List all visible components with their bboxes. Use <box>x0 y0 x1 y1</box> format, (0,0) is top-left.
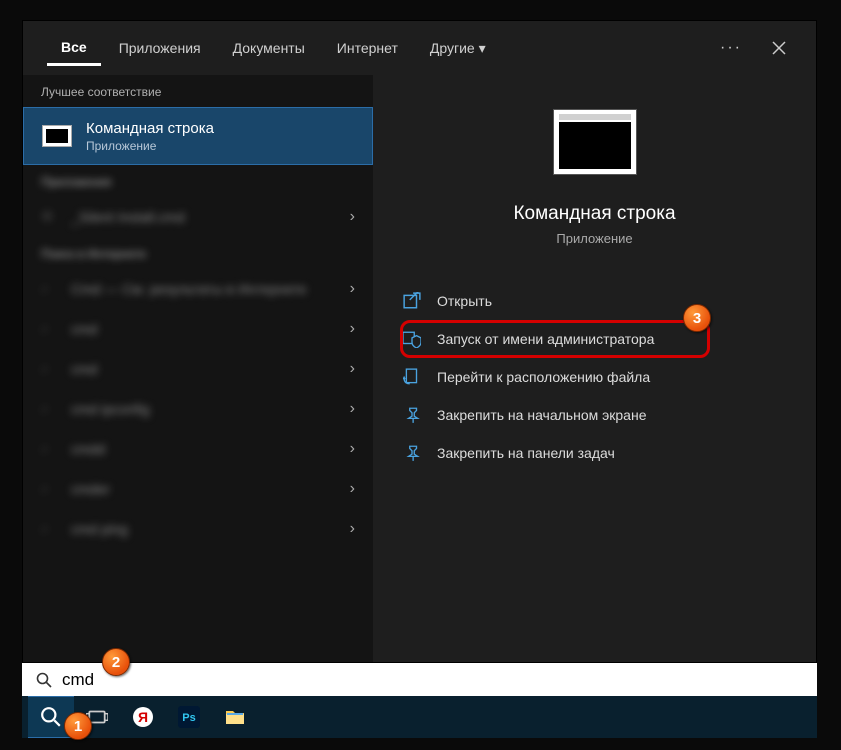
action-open[interactable]: Открыть <box>403 282 796 320</box>
list-item[interactable]: ⌕cmdd› <box>23 429 373 469</box>
chevron-right-icon: › <box>350 360 355 378</box>
more-button[interactable]: ··· <box>710 39 752 57</box>
best-match-title: Командная строка <box>86 120 214 137</box>
taskbar: Я Ps <box>22 696 817 738</box>
action-pin-taskbar[interactable]: Закрепить на панели задач <box>403 434 796 472</box>
open-icon <box>403 292 421 310</box>
list-item[interactable]: ⌕cmder› <box>23 469 373 509</box>
search-icon: ⌕ <box>41 320 59 338</box>
search-icon: ⌕ <box>41 480 59 498</box>
annotation-badge-3: 3 <box>683 304 711 332</box>
search-input[interactable] <box>62 670 817 690</box>
chevron-right-icon: › <box>350 520 355 538</box>
list-item[interactable]: ⌕cmd ping› <box>23 509 373 549</box>
folder-icon <box>403 368 421 386</box>
taskbar-yandex-button[interactable]: Я <box>120 696 166 738</box>
search-icon: ⌕ <box>41 360 59 378</box>
app-preview-icon <box>553 109 637 175</box>
best-match-header: Лучшее соответствие <box>23 75 373 107</box>
results-pane: Лучшее соответствие Командная строка При… <box>23 75 373 662</box>
action-run-admin[interactable]: Запуск от имени администратора <box>403 320 796 358</box>
action-list: Открыть Запуск от имени администратора П… <box>393 282 796 472</box>
tab-apps[interactable]: Приложения <box>105 32 215 64</box>
preview-subtitle: Приложение <box>556 231 632 246</box>
yandex-icon: Я <box>132 706 154 728</box>
list-item[interactable]: ⌕cmd› <box>23 309 373 349</box>
search-icon: ⌕ <box>41 440 59 458</box>
web-header: Поиск в Интернете <box>23 237 373 269</box>
folder-icon <box>224 706 246 728</box>
taskbar-explorer-button[interactable] <box>212 696 258 738</box>
search-icon <box>36 672 52 688</box>
list-item[interactable]: ⌕cmd› <box>23 349 373 389</box>
best-match-subtitle: Приложение <box>86 139 214 153</box>
chevron-right-icon: › <box>350 480 355 498</box>
chevron-right-icon: › <box>350 320 355 338</box>
action-pin-start[interactable]: Закрепить на начальном экране <box>403 396 796 434</box>
taskbar-photoshop-button[interactable]: Ps <box>166 696 212 738</box>
photoshop-icon: Ps <box>178 706 200 728</box>
chevron-down-icon: ▾ <box>479 40 486 56</box>
pin-icon <box>403 444 421 462</box>
chevron-right-icon: › <box>350 400 355 418</box>
preview-title: Командная строка <box>513 203 675 225</box>
tab-other[interactable]: Другие ▾ <box>416 32 500 65</box>
tabs-bar: Все Приложения Документы Интернет Другие… <box>23 21 816 75</box>
search-window: Все Приложения Документы Интернет Другие… <box>22 20 817 663</box>
action-open-location[interactable]: Перейти к расположению файла <box>403 358 796 396</box>
list-item[interactable]: ⌕cmd ipconfig› <box>23 389 373 429</box>
annotation-badge-1: 1 <box>64 712 92 740</box>
svg-text:Ps: Ps <box>182 712 195 724</box>
tab-all[interactable]: Все <box>47 31 101 66</box>
apps-header: Приложения <box>23 165 373 197</box>
close-icon[interactable] <box>772 41 786 55</box>
best-match-item[interactable]: Командная строка Приложение <box>23 107 373 165</box>
cmd-icon <box>42 125 72 147</box>
search-icon: ⌕ <box>41 280 59 298</box>
gear-icon: ⚙ <box>41 208 59 226</box>
chevron-right-icon: › <box>350 280 355 298</box>
search-icon: ⌕ <box>41 400 59 418</box>
tab-docs[interactable]: Документы <box>219 32 319 64</box>
tab-internet[interactable]: Интернет <box>323 32 412 64</box>
search-icon: ⌕ <box>41 520 59 538</box>
search-icon <box>40 706 62 728</box>
admin-icon <box>403 330 421 348</box>
svg-text:Я: Я <box>138 709 148 725</box>
preview-pane: Командная строка Приложение Открыть Запу… <box>373 75 816 662</box>
list-item[interactable]: ⚙_Silent Install.cmd› <box>23 197 373 237</box>
search-bar <box>22 663 817 696</box>
annotation-badge-2: 2 <box>102 648 130 676</box>
chevron-right-icon: › <box>350 440 355 458</box>
pin-icon <box>403 406 421 424</box>
chevron-right-icon: › <box>350 208 355 226</box>
list-item[interactable]: ⌕Сmd — См. результаты в Интернете› <box>23 269 373 309</box>
